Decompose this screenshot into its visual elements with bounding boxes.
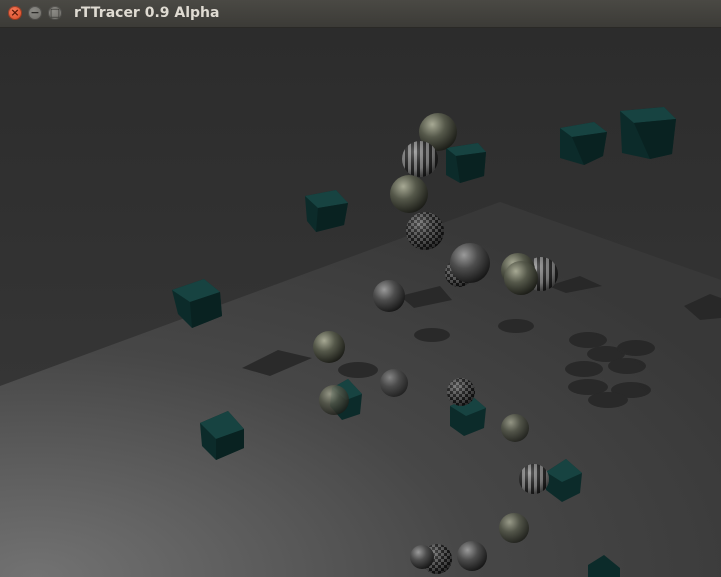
- sphere-16: [519, 464, 549, 494]
- maximize-button[interactable]: □: [48, 6, 62, 20]
- title-bar[interactable]: × − □ rTTracer 0.9 Alpha: [0, 0, 721, 28]
- sphere-3: [390, 175, 428, 213]
- sphere-4: [406, 212, 444, 250]
- render-viewport[interactable]: [0, 28, 721, 577]
- scene-canvas: [0, 28, 721, 577]
- sphere-10: [373, 280, 405, 312]
- cube-1: [620, 107, 676, 159]
- minimize-button[interactable]: −: [28, 6, 42, 20]
- sphere-14: [447, 378, 475, 406]
- sphere-13: [319, 385, 349, 415]
- sphere-17: [499, 513, 529, 543]
- sphere-2: [402, 141, 438, 177]
- window-title: rTTracer 0.9 Alpha: [74, 5, 220, 21]
- sphere-6: [450, 243, 490, 283]
- sphere-12: [380, 369, 408, 397]
- close-button[interactable]: ×: [8, 6, 22, 20]
- app-window: × − □ rTTracer 0.9 Alpha: [0, 0, 721, 577]
- sphere-11: [313, 331, 345, 363]
- sphere-9: [504, 261, 538, 295]
- cube-3: [446, 143, 486, 183]
- sphere-15: [501, 414, 529, 442]
